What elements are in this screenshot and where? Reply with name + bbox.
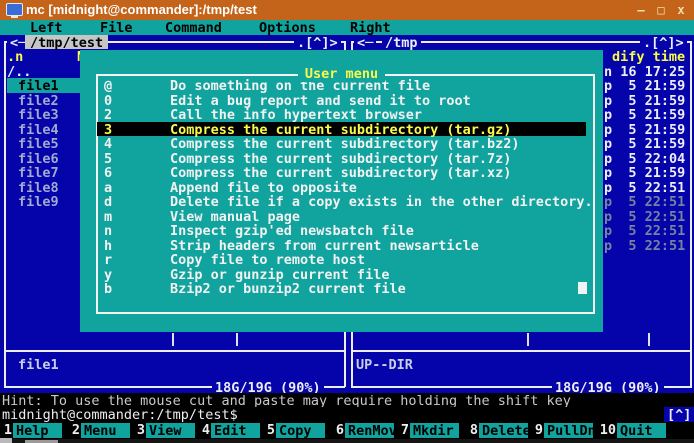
- file-item-file7[interactable]: file7: [18, 165, 59, 180]
- user-menu-item-d[interactable]: dDelete file if a copy exists in the oth…: [97, 194, 586, 209]
- file-item-file6[interactable]: file6: [18, 151, 59, 166]
- menu-item-options[interactable]: Options: [259, 20, 316, 35]
- modify-time-cell: p 5 21:59: [604, 93, 685, 108]
- file-item-file1[interactable]: file1: [18, 78, 59, 93]
- left-ministatus-separator: [4, 350, 344, 352]
- left-panel-path[interactable]: /tmp/test: [25, 35, 108, 50]
- right-panel-column-tick: [527, 333, 529, 346]
- fn-key-number-8: 8: [468, 422, 478, 440]
- window-bottom-strip: [0, 439, 694, 443]
- prompt-scroll-marker[interactable]: [^]: [664, 407, 694, 422]
- modify-time-cell: p 5 21:59: [604, 165, 685, 180]
- shell-prompt[interactable]: midnight@commander:/tmp/test$: [0, 407, 694, 422]
- window-titlebar: mc [midnight@commander]:/tmp/test – □ x: [0, 0, 694, 20]
- file-item-file4[interactable]: file4: [18, 122, 59, 137]
- file-item-file5[interactable]: file5: [18, 136, 59, 151]
- fn-key-number-3: 3: [135, 422, 145, 440]
- file-item-file3[interactable]: file3: [18, 107, 59, 122]
- terminal-screen: Left File Command Options Right <─ /tmp/test…: [0, 20, 694, 443]
- fn-key-number-7: 7: [399, 422, 409, 440]
- modify-time-cell: p 5 22:51: [604, 209, 685, 224]
- hint-line: Hint: To use the mouse cut and paste may…: [0, 393, 694, 408]
- minimize-button[interactable]: –: [634, 3, 648, 17]
- file-item-file8[interactable]: file8: [18, 180, 59, 195]
- right-panel-column-tick: [648, 333, 650, 346]
- file-item-file9[interactable]: file9: [18, 194, 59, 209]
- fn-key-button-view[interactable]: View: [146, 423, 195, 439]
- right-panel-modify-time-header[interactable]: dify time: [612, 49, 685, 64]
- user-menu-item-0[interactable]: 0Edit a bug report and send it to root: [97, 93, 586, 108]
- right-ministatus-separator: [351, 350, 690, 352]
- user-menu-item-y[interactable]: yGzip or gunzip current file: [97, 267, 586, 282]
- modify-time-cell: p 5 22:51: [604, 180, 685, 195]
- modify-time-cell: p 5 22:51: [604, 223, 685, 238]
- menu-bar: Left File Command Options Right: [0, 20, 694, 35]
- right-panel-arrow-icon: <─: [354, 35, 376, 50]
- user-menu-item-r[interactable]: rCopy file to remote host: [97, 252, 586, 267]
- window-title: mc [midnight@commander]:/tmp/test: [26, 2, 257, 17]
- fn-key-button-pulldn[interactable]: PullDn: [544, 423, 593, 439]
- modify-time-cell: p 5 21:59: [604, 107, 685, 122]
- menu-item-command[interactable]: Command: [165, 20, 222, 35]
- fn-key-number-6: 6: [334, 422, 344, 440]
- fn-key-button-renmov[interactable]: RenMov: [345, 423, 394, 439]
- menu-item-file[interactable]: File: [100, 20, 133, 35]
- user-menu-item-label: Bzip2 or bunzip2 current file: [170, 281, 406, 297]
- modify-time-cell: p 5 22:51: [604, 238, 685, 253]
- function-key-bar: 1Help 2Menu 3View 4Edit 5Copy 6RenMov 7Mkdir 8D…: [0, 422, 694, 440]
- close-button[interactable]: x: [674, 3, 688, 17]
- user-menu-item-h[interactable]: hStrip headers from current newsarticle: [97, 238, 586, 253]
- fn-key-number-9: 9: [533, 422, 543, 440]
- left-panel-mini-status: file1: [18, 357, 59, 372]
- fn-key-button-copy[interactable]: Copy: [276, 423, 325, 439]
- left-panel-history-marker[interactable]: .[^]>: [294, 35, 341, 50]
- user-menu-dialog: User menu @Do something on the current f…: [80, 50, 603, 332]
- maximize-button[interactable]: □: [654, 3, 668, 17]
- right-panel-history-marker[interactable]: .[^]>: [640, 35, 687, 50]
- bottom-left-corner: [0, 438, 12, 443]
- user-menu-title: User menu: [298, 67, 385, 82]
- right-panel-mini-status: UP--DIR: [356, 357, 413, 372]
- fn-key-button-delete[interactable]: Delete: [479, 423, 528, 439]
- menu-item-right[interactable]: Right: [350, 20, 391, 35]
- terminal-window-icon: [6, 3, 23, 16]
- fn-key-button-help[interactable]: Help: [13, 423, 62, 439]
- user-menu-item-6[interactable]: 6Compress the current subdirectory (tar.…: [97, 165, 586, 180]
- fn-key-number-10: 10: [594, 422, 616, 440]
- fn-key-number-4: 4: [200, 422, 210, 440]
- right-panel-border-right: [690, 41, 692, 387]
- text-cursor: [578, 282, 587, 294]
- modify-time-cell: p 5 21:59: [604, 78, 685, 93]
- fn-key-button-edit[interactable]: Edit: [211, 423, 260, 439]
- right-panel-path[interactable]: /tmp: [382, 35, 421, 50]
- user-menu-item-4[interactable]: 4Compress the current subdirectory (tar.…: [97, 136, 586, 151]
- user-menu-item-n[interactable]: nInspect gzip'ed newsbatch file: [97, 223, 586, 238]
- user-menu-item-2[interactable]: 2Call the info hypertext browser: [97, 107, 586, 122]
- user-menu-item-a[interactable]: aAppend file to opposite: [97, 180, 586, 195]
- left-panel-column-tick: [236, 333, 238, 346]
- user-menu-item-5[interactable]: 5Compress the current subdirectory (tar.…: [97, 151, 586, 166]
- fn-key-number-2: 2: [70, 422, 80, 440]
- user-menu-item-m[interactable]: mView manual page: [97, 209, 586, 224]
- mc-window: mc [midnight@commander]:/tmp/test – □ x …: [0, 0, 694, 443]
- user-menu-item-b[interactable]: b Bzip2 or bunzip2 current file: [97, 281, 586, 296]
- fn-key-button-quit[interactable]: Quit: [617, 423, 666, 439]
- user-menu-item-3[interactable]: 3Compress the current subdirectory (tar.…: [97, 122, 586, 137]
- modify-time-cell: p 5 21:59: [604, 136, 685, 151]
- fn-key-number-5: 5: [265, 422, 275, 440]
- left-panel-sort-marker[interactable]: .n: [7, 49, 23, 64]
- left-panel-column-tick: [172, 333, 174, 346]
- modify-time-cell: p 5 22:04: [604, 151, 685, 166]
- fn-key-number-1: 1: [3, 422, 12, 440]
- modify-time-cell: n 16 17:25: [604, 64, 685, 79]
- modify-time-cell: p 5 21:59: [604, 122, 685, 137]
- fn-key-button-menu[interactable]: Menu: [81, 423, 130, 439]
- file-item-file2[interactable]: file2: [18, 93, 59, 108]
- menu-item-left[interactable]: Left: [30, 20, 63, 35]
- fn-key-button-mkdir[interactable]: Mkdir: [410, 423, 459, 439]
- user-menu-item-hotkey: b: [104, 281, 112, 297]
- modify-time-cell: p 5 22:51: [604, 194, 685, 209]
- left-panel-border-left: [4, 41, 6, 387]
- file-item-[interactable]: /..: [7, 64, 31, 79]
